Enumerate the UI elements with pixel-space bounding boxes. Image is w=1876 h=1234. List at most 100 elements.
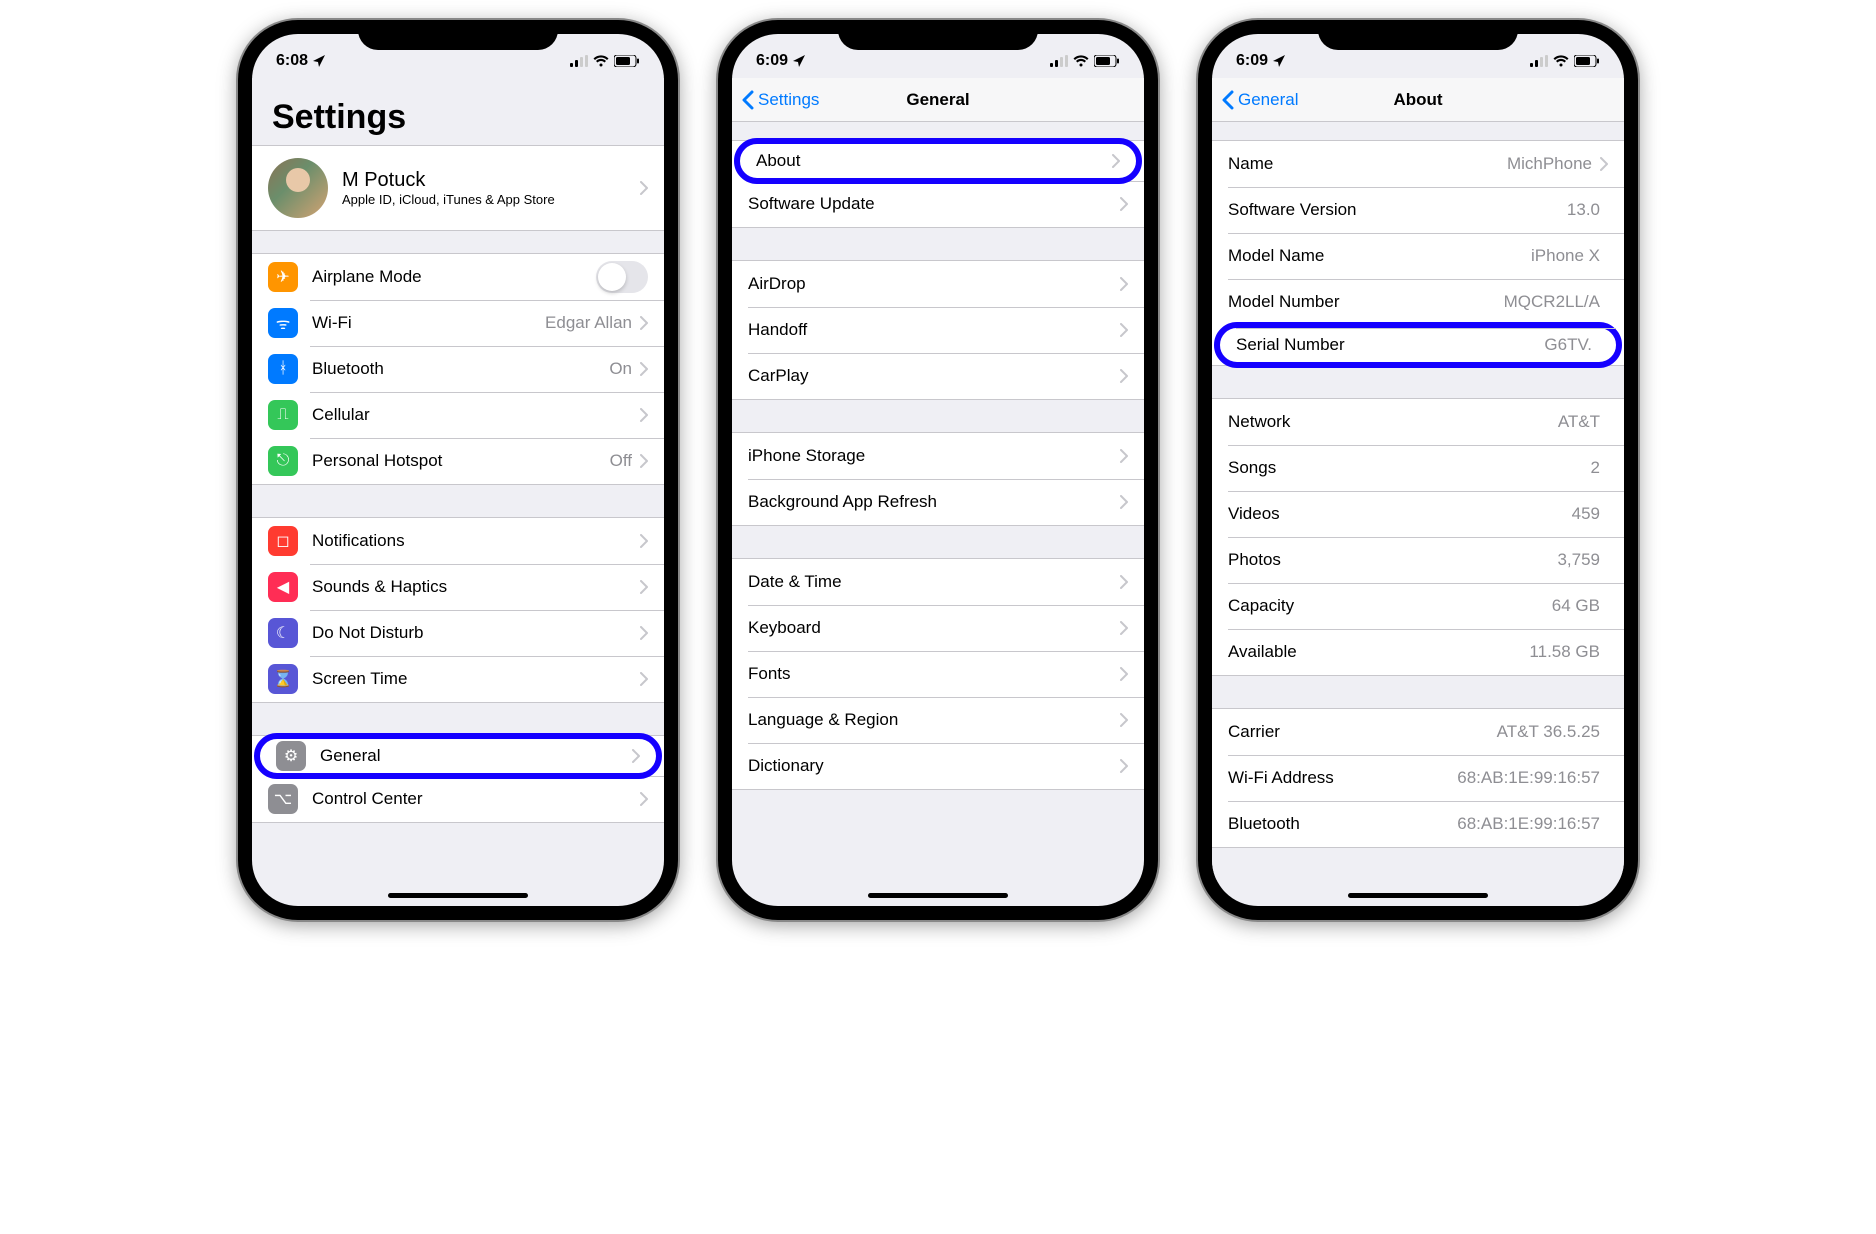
row-do-not-disturb[interactable]: ☾ Do Not Disturb	[252, 610, 664, 656]
settings-group: Carrier AT&T 36.5.25 Wi-Fi Address 68:AB…	[1212, 708, 1624, 848]
row-label: Keyboard	[748, 618, 1120, 638]
row-videos[interactable]: Videos 459	[1212, 491, 1624, 537]
row-label: Dictionary	[748, 756, 1120, 776]
row-label: Software Update	[748, 194, 1120, 214]
row-general[interactable]: ⚙ General	[254, 733, 662, 779]
row-airplane-mode[interactable]: ✈ Airplane Mode	[252, 254, 664, 300]
row-carplay[interactable]: CarPlay	[732, 353, 1144, 399]
status-time: 6:08	[276, 52, 308, 70]
row-network[interactable]: Network AT&T	[1212, 399, 1624, 445]
row-model-number[interactable]: Model Number MQCR2LL/A	[1212, 279, 1624, 325]
row-notifications[interactable]: ◻ Notifications	[252, 518, 664, 564]
row-songs[interactable]: Songs 2	[1212, 445, 1624, 491]
general-icon: ⚙	[276, 741, 306, 771]
row-about[interactable]: About	[734, 138, 1142, 184]
row-dictionary[interactable]: Dictionary	[732, 743, 1144, 789]
screen: 6:09 General About Name MichPhone Softwa…	[1212, 34, 1624, 906]
row-control-center[interactable]: ⌥ Control Center	[252, 776, 664, 822]
row-iphone-storage[interactable]: iPhone Storage	[732, 433, 1144, 479]
chevron-right-icon	[1120, 369, 1128, 383]
signal-icon	[570, 55, 588, 67]
row-label: Carrier	[1228, 722, 1497, 742]
row-label: Software Version	[1228, 200, 1567, 220]
notch	[1318, 20, 1518, 50]
row-label: Capacity	[1228, 596, 1552, 616]
location-icon	[1272, 54, 1286, 68]
row-cellular[interactable]: ⎍ Cellular	[252, 392, 664, 438]
back-label: General	[1238, 90, 1298, 110]
row-name[interactable]: Name MichPhone	[1212, 141, 1624, 187]
home-indicator[interactable]	[1348, 893, 1488, 898]
row-carrier[interactable]: Carrier AT&T 36.5.25	[1212, 709, 1624, 755]
row-label: Personal Hotspot	[312, 451, 610, 471]
row-software-update[interactable]: Software Update	[732, 181, 1144, 227]
row-wi-fi[interactable]: ᯤ Wi-Fi Edgar Allan	[252, 300, 664, 346]
row-screen-time[interactable]: ⌛ Screen Time	[252, 656, 664, 702]
row-language-region[interactable]: Language & Region	[732, 697, 1144, 743]
row-airdrop[interactable]: AirDrop	[732, 261, 1144, 307]
row-bluetooth[interactable]: Bluetooth 68:AB:1E:99:16:57	[1212, 801, 1624, 847]
row-capacity[interactable]: Capacity 64 GB	[1212, 583, 1624, 629]
iphone-frame: 6:09 General About Name MichPhone Softwa…	[1198, 20, 1638, 920]
row-label: Network	[1228, 412, 1558, 432]
location-icon	[792, 54, 806, 68]
chevron-right-icon	[1120, 759, 1128, 773]
row-label: Background App Refresh	[748, 492, 1120, 512]
apple-id-section: M Potuck Apple ID, iCloud, iTunes & App …	[252, 145, 664, 231]
screentime-icon: ⌛	[268, 664, 298, 694]
settings-group: ◻ Notifications ◀ Sounds & Haptics ☾ Do …	[252, 517, 664, 703]
home-indicator[interactable]	[388, 893, 528, 898]
home-indicator[interactable]	[868, 893, 1008, 898]
wifi-status-icon	[593, 55, 609, 67]
row-label: Model Number	[1228, 292, 1504, 312]
settings-group: About Software Update	[732, 140, 1144, 228]
toggle-switch[interactable]	[596, 261, 648, 293]
back-button[interactable]: General	[1222, 90, 1298, 110]
content-scroll[interactable]: M Potuck Apple ID, iCloud, iTunes & App …	[252, 145, 664, 855]
row-photos[interactable]: Photos 3,759	[1212, 537, 1624, 583]
row-value: 3,759	[1557, 550, 1600, 570]
row-software-version[interactable]: Software Version 13.0	[1212, 187, 1624, 233]
row-label: Handoff	[748, 320, 1120, 340]
row-label: Language & Region	[748, 710, 1120, 730]
settings-group: Name MichPhone Software Version 13.0 Mod…	[1212, 140, 1624, 366]
row-label: Cellular	[312, 405, 640, 425]
row-bluetooth[interactable]: ᚼ Bluetooth On	[252, 346, 664, 392]
chevron-right-icon	[1120, 495, 1128, 509]
row-sounds-haptics[interactable]: ◀ Sounds & Haptics	[252, 564, 664, 610]
settings-group: Date & Time Keyboard Fonts Language & Re…	[732, 558, 1144, 790]
content-scroll[interactable]: About Software Update AirDrop Handoff Ca…	[732, 122, 1144, 822]
back-button[interactable]: Settings	[742, 90, 819, 110]
row-personal-hotspot[interactable]: ⎋ Personal Hotspot Off	[252, 438, 664, 484]
wifi-status-icon	[1553, 55, 1569, 67]
settings-group: ⚙ General ⌥ Control Center	[252, 735, 664, 823]
screen: 6:09 Settings General About Software Upd…	[732, 34, 1144, 906]
chevron-right-icon	[640, 316, 648, 330]
row-label: About	[756, 151, 1112, 171]
content-scroll[interactable]: Name MichPhone Software Version 13.0 Mod…	[1212, 122, 1624, 880]
row-fonts[interactable]: Fonts	[732, 651, 1144, 697]
row-date-time[interactable]: Date & Time	[732, 559, 1144, 605]
chevron-right-icon	[1120, 277, 1128, 291]
row-wi-fi-address[interactable]: Wi-Fi Address 68:AB:1E:99:16:57	[1212, 755, 1624, 801]
row-label: Screen Time	[312, 669, 640, 689]
battery-icon	[614, 55, 640, 67]
bluetooth-icon: ᚼ	[268, 354, 298, 384]
chevron-right-icon	[632, 749, 640, 763]
row-serial-number[interactable]: Serial Number G6TV.	[1214, 322, 1622, 368]
row-model-name[interactable]: Model Name iPhone X	[1212, 233, 1624, 279]
row-handoff[interactable]: Handoff	[732, 307, 1144, 353]
apple-id-row[interactable]: M Potuck Apple ID, iCloud, iTunes & App …	[252, 146, 664, 230]
row-label: Name	[1228, 154, 1507, 174]
row-label: Wi-Fi	[312, 313, 545, 333]
row-label: Model Name	[1228, 246, 1531, 266]
row-value: MQCR2LL/A	[1504, 292, 1600, 312]
row-label: CarPlay	[748, 366, 1120, 386]
chevron-right-icon	[640, 792, 648, 806]
row-available[interactable]: Available 11.58 GB	[1212, 629, 1624, 675]
row-keyboard[interactable]: Keyboard	[732, 605, 1144, 651]
notch	[838, 20, 1038, 50]
row-background-app-refresh[interactable]: Background App Refresh	[732, 479, 1144, 525]
chevron-right-icon	[1112, 154, 1120, 168]
signal-icon	[1050, 55, 1068, 67]
